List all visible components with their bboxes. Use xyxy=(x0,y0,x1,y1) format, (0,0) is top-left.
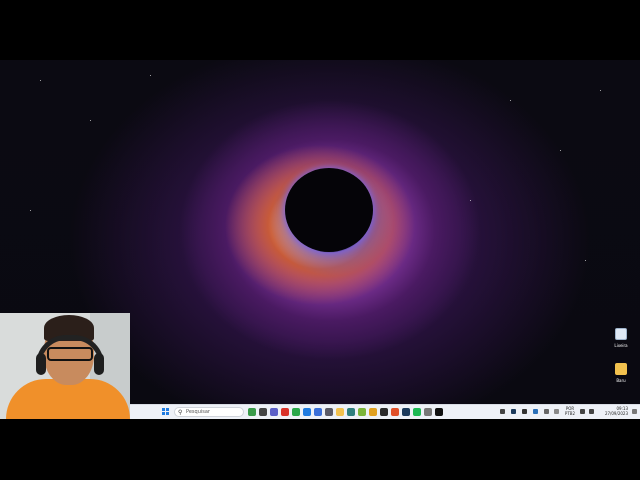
app-icon-blue[interactable] xyxy=(314,408,322,416)
headset-ear-left xyxy=(36,353,46,375)
webcam-person-shirt xyxy=(6,379,130,419)
chevron-up-icon[interactable] xyxy=(500,409,505,414)
search-placeholder: Pesquisar xyxy=(186,409,210,415)
taskbar-clock[interactable]: 09:13 27/09/2023 xyxy=(600,406,628,416)
desktop-icon-label: Baru xyxy=(616,378,626,383)
tray-app-icon[interactable] xyxy=(511,409,516,414)
screen-frame: Lixeira Baru ⚲ Pesquisar POR PTB2 09:13 … xyxy=(0,0,640,480)
notification-icon[interactable] xyxy=(632,409,637,414)
file-explorer-icon[interactable] xyxy=(336,408,344,416)
black-hole-image xyxy=(285,168,373,252)
headset-ear-right xyxy=(94,353,104,375)
app-icon-dark[interactable] xyxy=(380,408,388,416)
app-icon-orange[interactable] xyxy=(391,408,399,416)
app-icon-outline[interactable] xyxy=(424,408,432,416)
chat-icon[interactable] xyxy=(270,408,278,416)
desktop-icon-label: Lixeira xyxy=(614,343,628,348)
wifi-icon[interactable] xyxy=(580,409,585,414)
taskbar-search-box[interactable]: ⚲ Pesquisar xyxy=(174,407,244,417)
chrome-icon[interactable] xyxy=(369,408,377,416)
recycle-bin-icon xyxy=(615,328,627,340)
keyboard-layout: PTB2 xyxy=(564,411,576,416)
tray-app-icon[interactable] xyxy=(544,409,549,414)
taskbar: ⚲ Pesquisar POR PTB2 09:13 27/09/2023 xyxy=(130,404,640,419)
volume-icon[interactable] xyxy=(589,409,594,414)
widgets-icon[interactable] xyxy=(248,408,256,416)
tray-app-icon[interactable] xyxy=(522,409,527,414)
steam-icon[interactable] xyxy=(402,408,410,416)
webcam-person-glasses xyxy=(47,347,93,361)
clock-date: 27/09/2023 xyxy=(604,411,628,416)
app-icon-red[interactable] xyxy=(281,408,289,416)
language-indicator[interactable]: POR PTB2 xyxy=(564,406,576,416)
windows-start-icon[interactable] xyxy=(162,408,170,416)
desktop-icon-folder[interactable]: Baru xyxy=(610,363,632,383)
vscode-icon[interactable] xyxy=(303,408,311,416)
task-view-icon[interactable] xyxy=(259,408,267,416)
folder-icon xyxy=(615,363,627,375)
desktop-icon-recycle-bin[interactable]: Lixeira xyxy=(610,328,632,348)
webcam-overlay xyxy=(0,313,130,419)
app-icon-black[interactable] xyxy=(435,408,443,416)
app-icon-gray[interactable] xyxy=(325,408,333,416)
tray-app-icon[interactable] xyxy=(554,409,559,414)
app-icon-green[interactable] xyxy=(292,408,300,416)
app-icon-lime[interactable] xyxy=(358,408,366,416)
tray-app-icon[interactable] xyxy=(533,409,538,414)
spotify-icon[interactable] xyxy=(413,408,421,416)
search-icon: ⚲ xyxy=(178,409,183,416)
app-icon-teal[interactable] xyxy=(347,408,355,416)
